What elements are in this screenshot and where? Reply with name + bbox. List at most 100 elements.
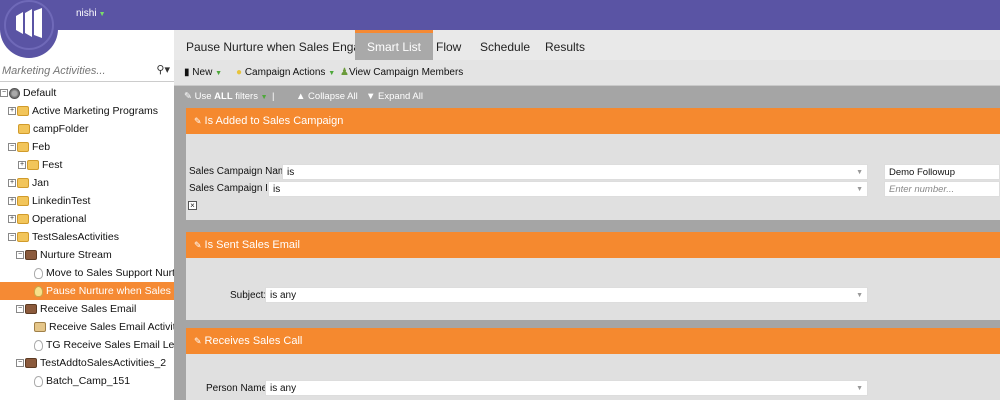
use-all: ALL [214, 91, 233, 102]
person-name-operator[interactable]: is any ▼ [265, 380, 868, 396]
expand-icon[interactable]: + [8, 179, 16, 188]
new-icon: ▮ [184, 67, 190, 78]
folder-icon [17, 142, 29, 153]
expand-icon[interactable]: + [8, 215, 16, 224]
expand-icon: ▼ [366, 91, 376, 102]
tree-item-linkedintest[interactable]: + LinkedinTest [0, 192, 174, 210]
tree-item-feb[interactable]: − Feb [0, 138, 174, 156]
filter-title: Is Added to Sales Campaign [204, 115, 344, 127]
tree-item-pause-nurture[interactable]: Pause Nurture when Sales Engag [0, 282, 174, 300]
tree-label: Batch_Camp_151 [46, 375, 131, 387]
tree-item-receive-sales-email-activity[interactable]: Receive Sales Email Activity - Lea [0, 318, 174, 336]
delete-filter-icon[interactable]: × [188, 201, 197, 210]
tree-item-default[interactable]: − Default [0, 84, 174, 102]
expand-all-label: Expand All [378, 91, 423, 102]
collapse-icon[interactable]: − [0, 89, 8, 98]
tree-label: Feb [32, 141, 51, 153]
folder-icon [27, 160, 39, 171]
sidebar-search: ⚲▾ [0, 60, 174, 82]
dropdown-icon: ▼ [328, 70, 336, 77]
folder-icon [17, 214, 29, 225]
members-icon: ♟ [340, 67, 349, 78]
dropdown-arrow-icon: ▼ [856, 292, 863, 299]
tree-label: Operational [32, 213, 87, 225]
expand-all-button[interactable]: ▼ Expand All [366, 91, 423, 102]
folder-icon [17, 106, 29, 117]
tree-item-nurture-stream[interactable]: − Nurture Stream [0, 246, 174, 264]
collapse-all-button[interactable]: ▲ Collapse All [296, 91, 358, 102]
tree-item-fest[interactable]: + Fest [0, 156, 174, 174]
tree-item-testaddtosalesactivities-2[interactable]: − TestAddtoSalesActivities_2 [0, 354, 174, 372]
tree-item-move-to-sales-support[interactable]: Move to Sales Support Nurture [0, 264, 174, 282]
campaign-actions-button[interactable]: ● Campaign Actions ▼ [236, 67, 335, 78]
smart-list-content: ▮ New ▼ ● Campaign Actions ▼ ♟View Campa… [174, 60, 1000, 400]
tree-label: campFolder [33, 123, 89, 135]
folder-icon [17, 232, 29, 243]
view-campaign-members-button[interactable]: ♟View Campaign Members [340, 67, 463, 78]
search-input[interactable] [0, 63, 148, 79]
tree-item-jan[interactable]: + Jan [0, 174, 174, 192]
tab-strip: Pause Nurture when Sales Engages Smart L… [174, 30, 1000, 60]
tab-results[interactable]: Results [533, 30, 597, 60]
pencil-icon: ✎ [194, 240, 202, 250]
filter-tool-icon[interactable]: ⚲▾ [156, 63, 170, 76]
filter-receives-sales-call: ✎ Receives Sales Call Person Name: is any… [186, 328, 1000, 400]
collapse-icon[interactable]: − [8, 143, 16, 152]
use-all-filters-button[interactable]: ✎ Use ALL filters ▼ [184, 91, 268, 102]
sales-campaign-name-operator[interactable]: is ▼ [282, 164, 868, 180]
tree-label: Pause Nurture when Sales Engag [46, 285, 174, 297]
tree-item-batch-camp-151[interactable]: Batch_Camp_151 [0, 372, 174, 390]
tree-item-campfolder[interactable]: campFolder [0, 120, 174, 138]
toolbar: ▮ New ▼ ● Campaign Actions ▼ ♟View Campa… [174, 60, 1000, 86]
sales-campaign-name-value[interactable]: Demo Followup [884, 164, 1000, 180]
collapse-icon[interactable]: − [8, 233, 16, 242]
new-button[interactable]: ▮ New ▼ [184, 67, 222, 78]
tree-label: Receive Sales Email [40, 303, 137, 315]
tree-label: LinkedinTest [32, 195, 91, 207]
top-bar [0, 0, 1000, 30]
dropdown-icon: ▼ [215, 70, 223, 77]
collapse-icon[interactable]: − [16, 305, 24, 314]
program-icon [25, 304, 37, 315]
program-icon [25, 358, 37, 369]
tab-smart-list[interactable]: Smart List [355, 30, 434, 60]
tree-item-receive-sales-email[interactable]: − Receive Sales Email [0, 300, 174, 318]
tree-item-active-marketing-programs[interactable]: + Active Marketing Programs [0, 102, 174, 120]
username: nishi [76, 8, 97, 19]
collapse-icon[interactable]: − [16, 359, 24, 368]
folder-icon [17, 196, 29, 207]
expand-icon[interactable]: + [8, 107, 16, 116]
sales-campaign-name-label: Sales Campaign Name: [189, 166, 295, 177]
tree-label: Nurture Stream [40, 249, 112, 261]
tab-schedule[interactable]: Schedule [468, 30, 542, 60]
tree-item-operational[interactable]: + Operational [0, 210, 174, 228]
program-icon [25, 250, 37, 261]
subject-operator[interactable]: is any ▼ [265, 287, 868, 303]
view-members-label: View Campaign Members [348, 67, 464, 78]
dropdown-arrow-icon: ▼ [856, 385, 863, 392]
tree-item-tg-receive-sales-email[interactable]: TG Receive Sales Email Leads [0, 336, 174, 354]
collapse-icon[interactable]: − [16, 251, 24, 260]
filter-header[interactable]: ✎ Is Added to Sales Campaign [186, 108, 1000, 134]
expand-icon[interactable]: + [18, 161, 26, 170]
caret-down-icon: ▼ [98, 11, 106, 18]
user-menu[interactable]: nishi ▼ [76, 8, 106, 19]
pencil-icon: ✎ [194, 336, 202, 346]
smart-campaign-icon [34, 285, 43, 297]
tree-label: Receive Sales Email Activity - Lea [49, 321, 174, 333]
filter-header[interactable]: ✎ Receives Sales Call [186, 328, 1000, 354]
marketo-logo[interactable] [0, 0, 58, 58]
person-name-label: Person Name: [206, 383, 270, 394]
sales-campaign-id-input[interactable]: Enter number... [884, 181, 1000, 197]
tab-flow[interactable]: Flow [424, 30, 473, 60]
sales-campaign-id-operator[interactable]: is ▼ [268, 181, 868, 197]
tree-item-testsalesactivities[interactable]: − TestSalesActivities [0, 228, 174, 246]
use-prefix: Use [194, 91, 212, 102]
dropdown-arrow-icon: ▼ [856, 186, 863, 193]
pencil-icon: ✎ [194, 116, 202, 126]
lightbulb-icon: ● [236, 67, 243, 78]
tree-label: Active Marketing Programs [32, 105, 159, 117]
tree-label: TestSalesActivities [32, 231, 119, 243]
expand-icon[interactable]: + [8, 197, 16, 206]
filter-header[interactable]: ✎ Is Sent Sales Email [186, 232, 1000, 258]
